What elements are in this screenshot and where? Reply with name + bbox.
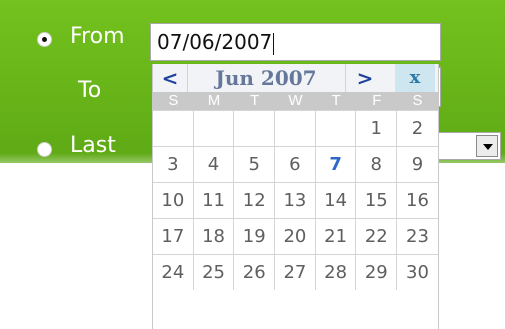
calendar-week-row: 10 11 12 13 14 15 16 (153, 182, 438, 218)
calendar-day[interactable]: 9 (397, 147, 438, 182)
from-label: From (70, 24, 125, 49)
calendar-day[interactable]: 4 (194, 147, 235, 182)
calendar-day[interactable]: 17 (153, 219, 194, 254)
calendar-day[interactable]: 16 (397, 183, 438, 218)
calendar-week-row: 1 2 (153, 110, 438, 146)
chevron-down-icon[interactable] (476, 135, 498, 157)
last-label: Last (70, 133, 116, 158)
calendar-day[interactable]: 3 (153, 147, 194, 182)
calendar-day[interactable]: 20 (275, 219, 316, 254)
calendar-empty-cell (275, 111, 316, 146)
weekday-label: W (288, 92, 303, 109)
calendar-day[interactable]: 2 (397, 111, 438, 146)
calendar-day[interactable]: 30 (397, 255, 438, 290)
calendar-day[interactable]: 27 (275, 255, 316, 290)
calendar-empty-cell (153, 111, 194, 146)
calendar-day[interactable]: 10 (153, 183, 194, 218)
calendar-day[interactable]: 1 (356, 111, 398, 146)
weekday-label: T (331, 92, 341, 109)
calendar-day[interactable]: 5 (234, 147, 276, 182)
weekday-header-row: S M T W T F S (153, 92, 438, 110)
from-date-value: 07/06/2007 (157, 30, 273, 54)
calendar-day[interactable]: 19 (234, 219, 276, 254)
from-date-input[interactable]: 07/06/2007 (150, 23, 441, 61)
calendar-day[interactable]: 11 (194, 183, 235, 218)
weekday-label: S (168, 92, 179, 109)
calendar-empty-cell (194, 111, 235, 146)
calendar-day[interactable]: 13 (275, 183, 316, 218)
weekday-label: T (250, 92, 260, 109)
calendar-day[interactable]: 14 (316, 183, 357, 218)
calendar-week-row: 3 4 5 6 7 8 9 (153, 146, 438, 182)
calendar-day[interactable]: 6 (275, 147, 316, 182)
calendar-day[interactable]: 8 (356, 147, 398, 182)
close-calendar-button[interactable]: x (395, 64, 435, 92)
calendar-day[interactable]: 22 (356, 219, 398, 254)
calendar-empty-cell (234, 111, 276, 146)
prev-month-button[interactable]: < (153, 64, 187, 92)
weekday-label: F (372, 92, 382, 109)
calendar-week-row: 17 18 19 20 21 22 23 (153, 218, 438, 254)
calendar-month-title: Jun 2007 (215, 66, 317, 90)
calendar-day[interactable]: 26 (234, 255, 276, 290)
calendar-day[interactable]: 25 (194, 255, 235, 290)
calendar-header: < Jun 2007 > x (153, 64, 438, 92)
calendar-day[interactable]: 24 (153, 255, 194, 290)
calendar-day-selected[interactable]: 7 (316, 147, 357, 182)
to-label: To (78, 78, 102, 103)
last-radio[interactable] (37, 142, 52, 157)
date-picker-calendar: < Jun 2007 > x S M T W T F S 1 2 3 4 5 6 (152, 64, 439, 329)
text-caret (273, 32, 275, 55)
calendar-day[interactable]: 15 (356, 183, 398, 218)
calendar-day[interactable]: 21 (316, 219, 357, 254)
weekday-label: S (412, 92, 423, 109)
calendar-day[interactable]: 23 (397, 219, 438, 254)
weekday-label: M (207, 92, 221, 109)
from-radio[interactable] (37, 32, 52, 47)
calendar-day[interactable]: 28 (316, 255, 357, 290)
calendar-week-row: 24 25 26 27 28 29 30 (153, 254, 438, 290)
calendar-day-grid: 1 2 3 4 5 6 7 8 9 10 11 12 13 14 15 16 1… (153, 110, 438, 290)
calendar-day[interactable]: 18 (194, 219, 235, 254)
calendar-day[interactable]: 12 (234, 183, 276, 218)
calendar-empty-cell (316, 111, 357, 146)
calendar-day[interactable]: 29 (356, 255, 398, 290)
next-month-button[interactable]: > (345, 64, 385, 92)
